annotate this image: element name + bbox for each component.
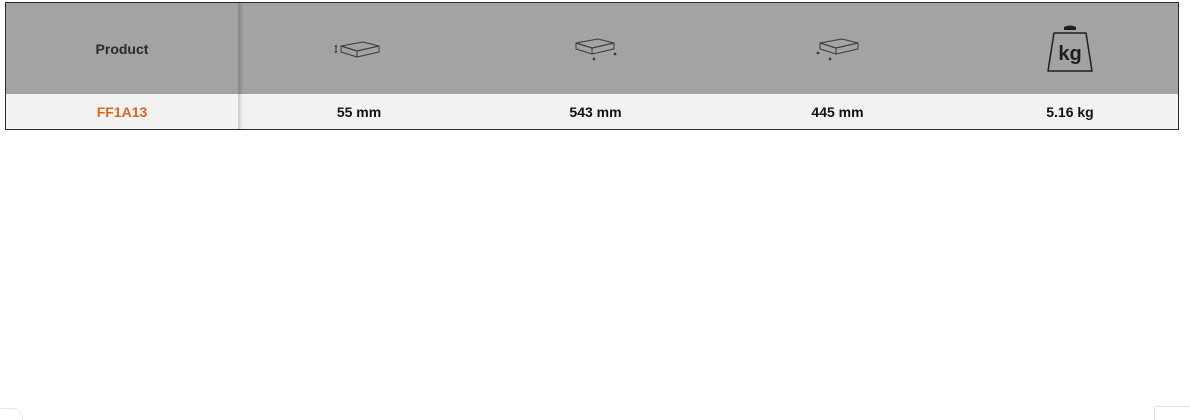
header-width-cell <box>713 3 962 94</box>
header-height-cell <box>240 3 478 94</box>
header-product-label: Product <box>95 40 149 57</box>
weight-icon-text: kg <box>1058 43 1081 65</box>
height-value: 55 mm <box>336 103 382 120</box>
table-header-row: Product kg <box>6 3 1178 94</box>
scroll-widget-left <box>0 408 23 420</box>
box-length-icon <box>570 34 622 64</box>
length-cell: 543 mm <box>478 94 713 129</box>
weight-value: 5.16 kg <box>1046 103 1094 120</box>
product-dimensions-table: Product kg FF1A13 55 mm 543 mm 445 mm 5.… <box>5 2 1179 130</box>
height-cell: 55 mm <box>240 94 478 129</box>
header-weight-cell: kg <box>962 3 1178 94</box>
width-cell: 445 mm <box>713 94 962 129</box>
length-value: 543 mm <box>569 103 622 120</box>
product-code-link[interactable]: FF1A13 <box>97 104 148 120</box>
box-height-icon <box>333 37 385 61</box>
box-width-icon <box>812 34 864 64</box>
header-product-cell: Product <box>6 3 240 94</box>
scroll-widget-right[interactable] <box>1154 406 1190 420</box>
header-length-cell <box>478 3 713 94</box>
weight-cell: 5.16 kg <box>962 94 1178 129</box>
product-cell: FF1A13 <box>6 94 240 129</box>
weight-kg-icon: kg <box>1044 23 1096 75</box>
table-row: FF1A13 55 mm 543 mm 445 mm 5.16 kg <box>6 94 1178 129</box>
width-value: 445 mm <box>811 103 864 120</box>
